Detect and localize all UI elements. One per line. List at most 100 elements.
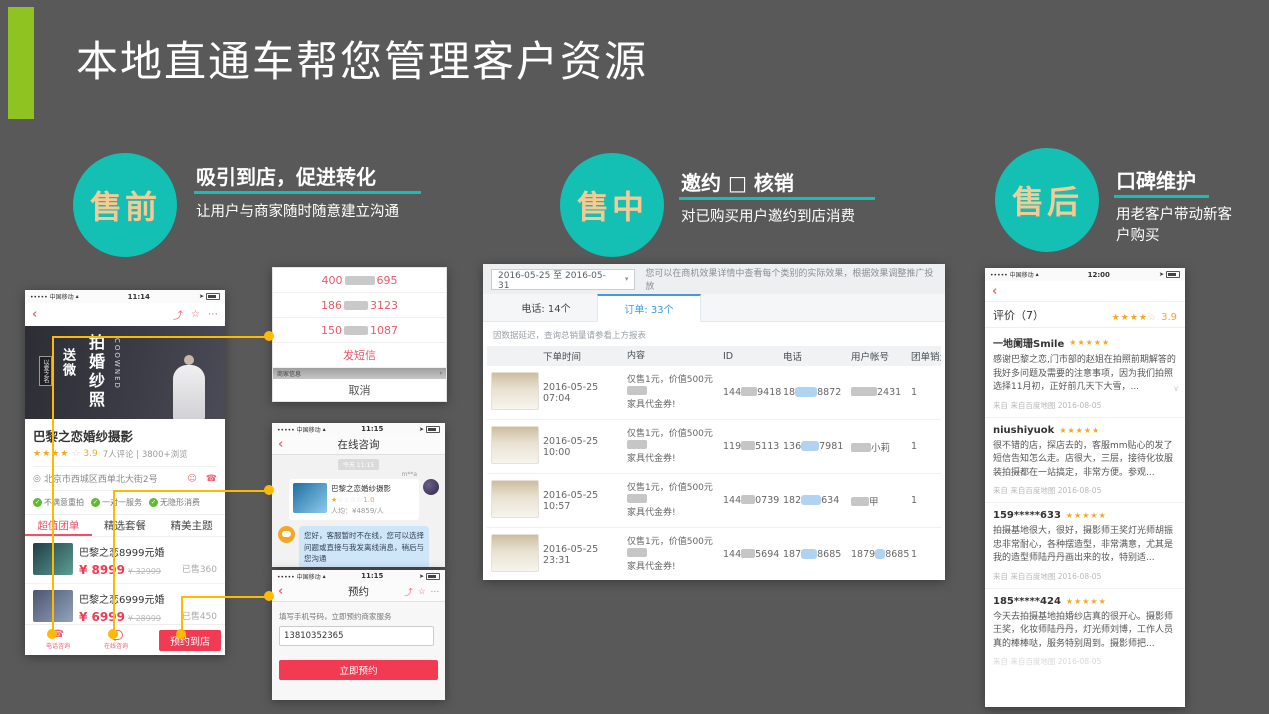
user-avatar [423,479,439,495]
location-arrow-icon: ➤ [419,573,424,580]
background-peek-strip: 商家信息› [273,368,446,379]
booking-screen: ••••• 中国移动▴ 11:15 ➤ 预约 ‹ ⤴ ☆ ⋯ 填写手机号码，立即… [272,570,445,700]
tab-phone-leads[interactable]: 电话: 14个 [495,294,597,321]
redacted-blur [875,549,885,559]
deal-photo [491,480,539,518]
book-now-button[interactable]: 立即预约 [279,660,438,680]
redacted-blur [627,386,647,395]
connector-dot [264,591,274,601]
stage-heading-aftersale: 口碑维护 [1116,165,1196,194]
report-hint: 您可以在商机效果详情中查看每个类别的实际效果，根据效果调整推广投放 [645,266,937,292]
star-icons: ★★★★★ [1066,511,1107,520]
cancel-button[interactable]: 取消 [273,379,446,401]
more-icon[interactable]: ⋯ [431,587,440,597]
battery-icon [1166,271,1180,278]
tab-packages[interactable]: 精选套餐 [92,515,159,536]
review-source: 来自 来自百度地图 2016-08-05 [993,400,1177,411]
product-item[interactable]: 巴黎之恋8999元婚 ¥ 8999¥ 32999 已售360 [25,537,225,584]
tab-orders[interactable]: 订单: 33个 [597,294,701,322]
favorite-icon[interactable]: ☆ [191,309,200,320]
star-icons: ★★★★★ [1069,338,1110,347]
caret-down-icon: ▾ [625,275,629,283]
phone-number-option[interactable]: 1863123 [273,293,446,318]
wifi-icon: ▴ [323,573,326,580]
data-delay-note: 因数据延迟，查询总销量请参看上方报表 [483,322,945,344]
location-arrow-icon: ➤ [1159,271,1164,278]
carrier-label: ••••• 中国移动 [990,270,1034,279]
address-row: ◎ 北京市西城区西单北大街2号 ☺ ☎ [33,466,217,491]
bottom-action-bar: ☎ 电话咨询 在线咨询 预约到店 [25,624,225,655]
phone-number-option[interactable]: 1501087 [273,318,446,343]
sent-message: 巴黎之恋婚纱摄影 ★☆☆☆☆1.0 人均：¥4859/人 [272,478,445,520]
overall-rating: 3.9 [1161,312,1177,323]
stage-sub-presale: 让用户与商家随时随意建立沟通 [196,202,399,223]
back-icon[interactable]: ‹ [992,285,997,298]
stage-heading-midsale: 邀约 □ 核销 [681,167,794,196]
features-row: ✓不满意重拍 ✓一对一服务 ✓无隐形消费 [25,491,225,514]
hero-vertical-text: 送微 [58,348,77,378]
share-icon[interactable]: ⤴ [404,586,413,598]
star-empty-icon: ☆☆☆☆ [337,496,362,504]
redacted-blur [627,494,647,503]
report-tabs: 电话: 14个 订单: 33个 [483,294,945,322]
review-text: 今天去拍摄基地拍婚纱店真的很开心。摄影师王奖，化妆师陆丹丹，灯光师刘博，工作人员… [993,611,1177,652]
received-message: 您好，客服暂时不在线，您可以选择问题或直接与我发离线消息，稍后与您沟通 [272,520,445,567]
review-source: 来自 来自百度地图 2016-08-05 [993,571,1177,582]
timestamp-chip: 今天 11:15 [338,459,379,470]
redacted-blur [741,495,755,504]
stage-sub-midsale: 对已购买用户邀约到店消费 [681,207,855,228]
slide: 本地直通车帮您管理客户资源 售前 吸引到店，促进转化 让用户与商家随时随意建立沟… [0,0,1269,714]
favorite-icon[interactable]: ☆ [418,587,426,597]
check-icon: ✓ [149,498,158,507]
tab-group-deals[interactable]: 超值团单 [25,515,92,536]
back-icon[interactable]: ‹ [278,438,283,451]
status-bar: ••••• 中国移动▴ 11:15 ➤ [272,423,445,435]
phone-number-input[interactable] [279,626,434,646]
table-row: 2016-05-25 10:57 仅售1元，价值500元家具代金券! 14407… [487,474,941,528]
sender-username: m**a [272,470,445,478]
phone-number-option[interactable]: 400695 [273,268,446,293]
redacted-blur [627,548,647,557]
clock: 11:15 [361,425,383,433]
product-old-price: ¥ 32999 [128,567,161,576]
feature-label: 不满意重拍 [44,497,84,508]
nav-bar: 在线咨询 ‹ [272,435,445,455]
product-sold-count: 已售360 [182,562,217,575]
call-consult-button[interactable]: ☎ 电话咨询 [29,630,87,650]
tab-themes[interactable]: 精美主题 [158,515,225,536]
stage-badge-midsale: 售中 [560,153,664,257]
connector-dot [176,629,186,639]
more-icon[interactable]: ⋯ [208,309,218,320]
send-sms-option[interactable]: 发短信 [273,343,446,368]
table-row: 2016-05-25 07:04 仅售1元，价值500元家具代金券! 14494… [487,366,941,420]
check-icon: ✓ [33,498,42,507]
location-icon: ◎ [33,474,41,484]
clock: 11:15 [361,572,383,580]
reviews-screen: ••••• 中国移动▴ 12:00 ➤ ‹ 评价（7） ★★★★☆ 3.9 一地… [985,268,1185,707]
share-icon[interactable]: ⤴ [173,307,183,322]
stage-underline [1114,195,1209,198]
shop-share-card[interactable]: 巴黎之恋婚纱摄影 ★☆☆☆☆1.0 人均：¥4859/人 [289,479,419,520]
back-icon[interactable]: ‹ [32,308,37,321]
redacted-blur [851,443,871,452]
table-row: 2016-05-25 23:31 仅售1元，价值500元家具代金券! 14456… [487,528,941,580]
date-range-select[interactable]: 2016-05-25 至 2016-05-31 ▾ [491,269,635,290]
phone-icon[interactable]: ☎ [206,474,217,484]
call-action-sheet: 400695 1863123 1501087 发短信 商家信息› 取消 [272,267,447,402]
hero-tag-label: 以爱之名 [39,356,52,386]
wifi-icon: ▴ [323,426,326,433]
expand-chevron-icon[interactable]: ∨ [1173,384,1179,393]
connector-line [52,336,268,338]
deal-photo [491,426,539,464]
connector-line [113,490,115,634]
rating-row: ★★★★☆ 3.9 7人评论 | 3800+浏览 [25,445,225,460]
feature-label: 一对一服务 [102,497,142,508]
connector-line [181,596,268,598]
contact-icon[interactable]: ☺ [187,474,196,484]
review-source: 来自 来自百度地图 2016-08-05 [993,656,1177,667]
connector-dot [264,485,274,495]
shop-hero-image: 以爱之名 送微 拍婚纱照 COOWNED [25,326,225,419]
back-icon[interactable]: ‹ [278,585,283,598]
reserve-button[interactable]: 预约到店 [159,630,221,651]
screen-title: 在线咨询 [272,437,445,452]
